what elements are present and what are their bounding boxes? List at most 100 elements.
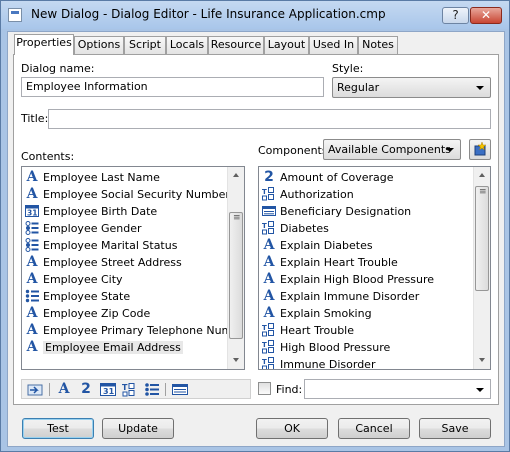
ok-button[interactable]: OK [256,418,328,439]
scroll-down-icon[interactable] [474,352,490,369]
contents-list-item-label: Employee Birth Date [43,205,158,218]
close-button[interactable]: ✕ [470,7,502,24]
number-field-icon[interactable]: 2 [78,382,94,397]
svg-text:31: 31 [103,387,115,396]
tab-resource[interactable]: Resource [208,36,264,54]
tab-notes[interactable]: Notes [358,36,398,54]
update-button[interactable]: Update [102,418,174,439]
contents-list-item-label: Employee Gender [43,222,142,235]
components-list-item[interactable]: T High Blood Pressure [262,339,390,356]
components-list-item-label: Beneficiary Designation [280,205,412,218]
scroll-thumb[interactable] [229,212,243,339]
components-list-item[interactable]: A Explain Immune Disorder [262,288,420,305]
chevron-down-icon [476,86,484,90]
table-icon [262,206,276,216]
new-component-button[interactable] [469,139,491,160]
bullet-list-icon [25,289,39,303]
contents-list-item[interactable]: A Employee Social Security Number [25,186,230,203]
contents-list-item[interactable]: 31 Employee Birth Date [25,203,157,220]
svg-text:T: T [122,383,128,392]
text-field-icon: A [26,339,38,355]
contents-list-item[interactable]: Employee Marital Status [25,237,177,254]
tab-used-in[interactable]: Used In [309,36,358,54]
contents-label: Contents: [21,150,75,163]
contents-list-item-label: Employee City [43,273,123,286]
contents-list-item[interactable]: A Employee Primary Telephone Number [25,322,245,339]
insert-icon[interactable] [27,382,43,397]
components-list-item[interactable]: T Diabetes [262,220,329,237]
scroll-up-icon[interactable] [228,167,244,184]
components-list-item[interactable]: A Explain Smoking [262,305,372,322]
components-list-item-label: Explain Diabetes [280,239,373,252]
text-field-icon: A [26,186,38,202]
scroll-down-icon[interactable] [228,352,244,369]
dialog-name-field[interactable]: Employee Information [21,77,324,97]
chevron-down-icon[interactable] [476,388,484,392]
contents-list-item[interactable]: A Employee Email Address [25,339,183,356]
contents-list-item[interactable]: A Employee Zip Code [25,305,151,322]
text-field-icon: A [263,305,275,321]
components-list-item[interactable]: A Explain Diabetes [262,237,373,254]
text-field-icon: A [263,271,275,287]
toolbar-separator [49,383,50,396]
contents-scrollbar[interactable] [227,167,244,369]
radio-list-icon [25,238,39,252]
checkbox-group-icon[interactable]: T [122,382,138,397]
bullet-list-icon[interactable] [144,382,160,397]
title-field[interactable] [48,109,491,129]
contents-list-item-label: Employee Zip Code [43,307,151,320]
date-field-icon[interactable]: 31 [100,382,116,397]
components-list[interactable]: 2 Amount of Coverage T Authorization Benefic… [258,166,491,370]
title-label: Title: [21,112,49,125]
text-field-icon[interactable]: A [56,382,72,397]
checkbox-group-icon: T [262,357,274,369]
components-scrollbar[interactable] [473,167,490,369]
tab-options[interactable]: Options [74,36,124,54]
components-list-item[interactable]: T Heart Trouble [262,322,354,339]
contents-list[interactable]: A Employee Last Name A Employee Social Secu… [21,166,245,370]
properties-panel: Dialog name: Employee Information Style:… [13,54,499,405]
window-title: New Dialog - Dialog Editor - Life Insura… [31,7,386,21]
contents-list-item-label: Employee State [43,290,131,303]
new-component-icon [474,141,487,156]
help-button[interactable]: ? [442,7,469,24]
scroll-up-icon[interactable] [474,167,490,184]
contents-list-item-label: Employee Primary Telephone Number [43,324,245,337]
tab-script[interactable]: Script [124,36,166,54]
cancel-button[interactable]: Cancel [338,418,410,439]
date-field-icon: 31 [25,205,39,218]
contents-list-item[interactable]: Employee State [25,288,130,305]
components-list-item[interactable]: T Immune Disorder [262,356,375,369]
tab-locals[interactable]: Locals [166,36,208,54]
components-list-item[interactable]: T Authorization [262,186,354,203]
components-value: Available Components [328,143,451,156]
components-list-item[interactable]: A Explain Heart Trouble [262,254,398,271]
components-list-item[interactable]: Beneficiary Designation [262,203,411,220]
scroll-thumb[interactable] [475,186,489,291]
tab-layout[interactable]: Layout [264,36,309,54]
components-list-item-label: Explain Smoking [280,307,372,320]
test-button[interactable]: Test [22,418,94,439]
components-list-item[interactable]: 2 Amount of Coverage [262,169,393,186]
contents-list-item[interactable]: A Employee Street Address [25,254,182,271]
dialog-editor-window: New Dialog - Dialog Editor - Life Insura… [0,0,510,452]
tab-properties[interactable]: Properties [14,34,74,55]
find-checkbox[interactable] [258,382,271,395]
title-bar[interactable]: New Dialog - Dialog Editor - Life Insura… [1,1,509,29]
contents-list-item[interactable]: A Employee Last Name [25,169,160,186]
table-icon[interactable] [172,382,188,397]
components-list-item-label: High Blood Pressure [280,341,391,354]
style-dropdown[interactable]: Regular [332,77,491,98]
contents-list-item-label: Employee Marital Status [43,239,178,252]
components-dropdown[interactable]: Available Components [323,139,461,160]
contents-list-item[interactable]: A Employee City [25,271,123,288]
components-list-item-label: Explain Heart Trouble [280,256,398,269]
text-field-icon: A [26,322,38,338]
style-value: Regular [337,81,380,94]
app-icon [8,8,22,22]
save-button[interactable]: Save [419,418,491,439]
text-field-icon: A [26,254,38,270]
components-list-item[interactable]: A Explain High Blood Pressure [262,271,435,288]
find-field[interactable] [304,379,491,399]
contents-list-item[interactable]: Employee Gender [25,220,142,237]
